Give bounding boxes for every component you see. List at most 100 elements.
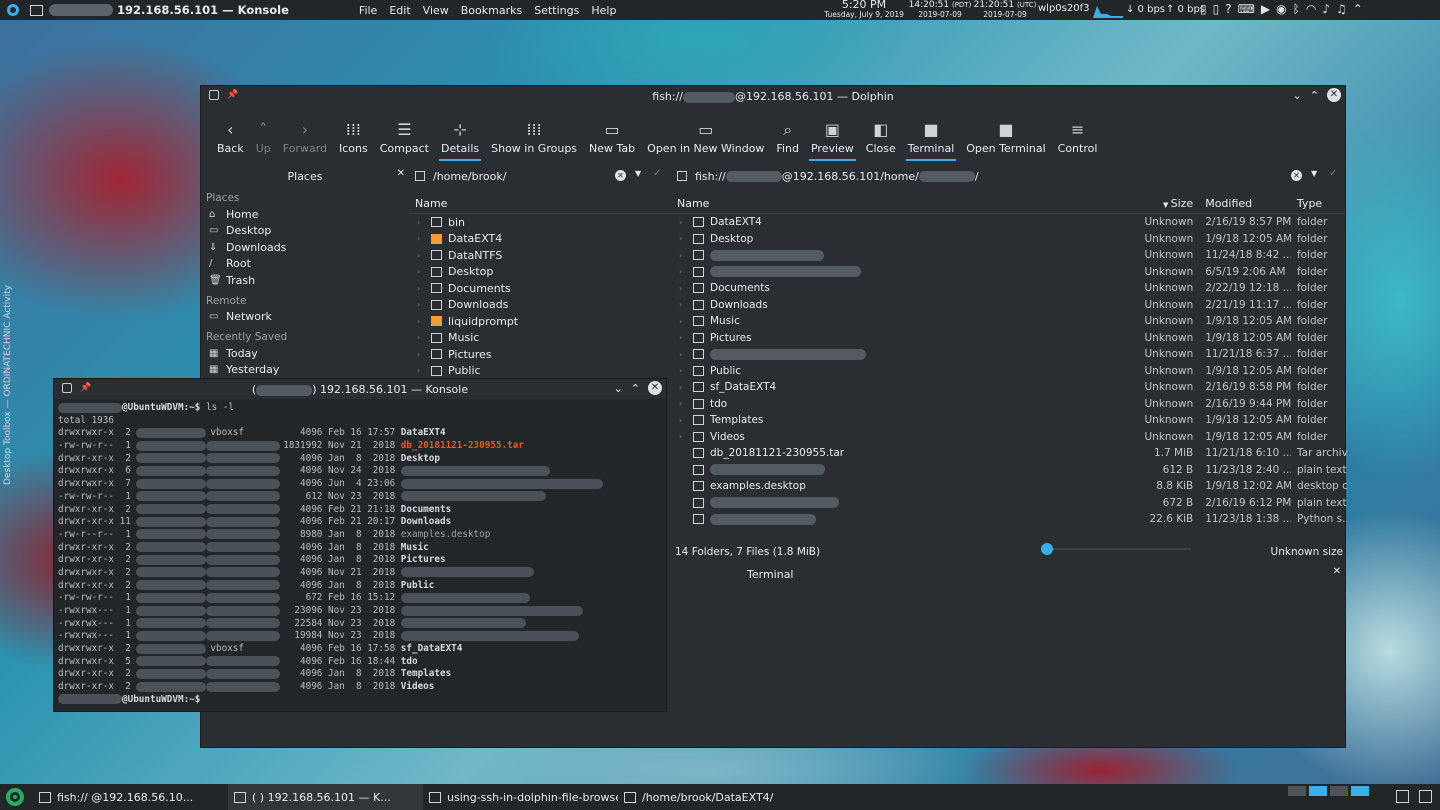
close-panel-icon[interactable]: ✕ [1333,566,1341,577]
expand-arrow-icon[interactable]: › [679,317,687,326]
table-row[interactable]: db_20181121-230955.tar 1.7 MiB 11/21/18 6:… [671,445,1347,462]
expand-arrow-icon[interactable]: › [417,350,425,359]
table-row[interactable]: › Public Unknown 1/9/18 12:05 AM folder [671,363,1347,380]
list-item[interactable]: › bin [409,214,671,231]
modified-column[interactable]: Modified [1199,197,1291,210]
desktop-1[interactable] [1288,786,1306,796]
left-name-column[interactable]: Name [409,194,671,214]
clock-pdt[interactable]: 14:20:51 (PDT) 2019-07-09 [904,0,976,20]
places-item-home[interactable]: ⌂ Home [201,206,409,223]
table-row[interactable]: › Downloads Unknown 2/21/19 11:17 ... folder [671,297,1347,314]
table-row[interactable]: › tdo Unknown 2/16/19 9:44 PM folder [671,396,1347,413]
expand-arrow-icon[interactable]: › [417,234,425,243]
expand-arrow-icon[interactable]: › [417,300,425,309]
app-launcher-icon[interactable] [6,3,20,17]
table-row[interactable]: › Unknown 11/21/18 6:37 ... folder [671,346,1347,363]
places-item-yesterday[interactable]: ▦ Yesterday [201,362,409,379]
clear-icon[interactable]: ✕ [1291,170,1302,181]
table-row[interactable]: › DataEXT4 Unknown 2/16/19 8:57 PM folder [671,214,1347,231]
clock-utc[interactable]: 21:20:51 (UTC) 2019-07-09 [972,0,1038,20]
digital-clock[interactable]: 5:20 PM Tuesday, July 9, 2019 [818,0,910,20]
expand-arrow-icon[interactable]: › [417,251,425,260]
list-item[interactable]: › Documents [409,280,671,297]
name-column[interactable]: Name [671,197,1122,210]
open-in-new-window-button[interactable]: ▭ Open in New Window [641,118,770,161]
volume-icon[interactable]: ♪ [1322,2,1330,16]
maximize-icon[interactable]: ⌃ [1310,89,1319,102]
menu-settings[interactable]: Settings [534,4,579,17]
expand-arrow-icon[interactable]: › [417,366,425,375]
control-button[interactable]: ≡ Control [1052,118,1104,161]
close-icon[interactable]: ✕ [648,381,662,395]
help-icon[interactable]: ? [1225,2,1231,16]
close-icon[interactable]: ✕ [1327,88,1341,102]
task-button[interactable]: fish:// @192.168.56.10... [33,784,228,810]
app-launcher-icon[interactable] [5,787,25,807]
terminal-button[interactable]: ■ Terminal [902,118,961,161]
bluetooth-icon[interactable]: ᛒ [1293,2,1300,16]
table-row[interactable]: › Music Unknown 1/9/18 12:05 AM folder [671,313,1347,330]
table-row[interactable]: examples.desktop 8.8 KiB 1/9/18 12:02 AM de… [671,478,1347,495]
minimize-icon[interactable]: ⌄ [614,382,623,395]
desktop-2[interactable] [1309,786,1327,796]
expand-arrow-icon[interactable]: › [417,267,425,276]
expand-arrow-icon[interactable]: › [679,218,687,227]
places-item-network[interactable]: ▭ Network [201,309,409,326]
places-item-trash[interactable]: 🗑 Trash [201,272,409,289]
right-location-bar[interactable]: fish://@192.168.56.101/home// ✕ ▼ ✓ [671,164,1347,188]
dolphin-titlebar[interactable]: 📌 fish://@192.168.56.101 — Dolphin ⌄ ⌃ ✕ [201,86,1345,106]
expand-arrow-icon[interactable]: › [679,416,687,425]
table-row[interactable]: › Desktop Unknown 1/9/18 12:05 AM folder [671,231,1347,248]
preview-button[interactable]: ▣ Preview [805,118,860,161]
desktop-4[interactable] [1351,786,1369,796]
maximize-icon[interactable]: ⌃ [631,382,640,395]
show-desktop-icon[interactable] [1396,790,1409,803]
minimize-icon[interactable]: ⌄ [1293,89,1302,102]
menu-bookmarks[interactable]: Bookmarks [461,4,522,17]
places-item-desktop[interactable]: ▭ Desktop [201,223,409,240]
list-item[interactable]: › Pictures [409,346,671,363]
desktop-3[interactable] [1330,786,1348,796]
notifications-icon[interactable]: ♫ [1336,2,1347,16]
type-column[interactable]: Type [1291,197,1347,210]
expand-arrow-icon[interactable]: › [679,251,687,260]
expand-arrow-icon[interactable]: › [417,333,425,342]
menu-view[interactable]: View [423,4,449,17]
meter-icon[interactable]: ▯ [1213,2,1220,16]
list-item[interactable]: › Public [409,363,671,380]
expand-arrow-icon[interactable]: › [679,399,687,408]
menu-edit[interactable]: Edit [389,4,410,17]
left-path[interactable]: /home/brook/ [433,170,506,183]
konsole-titlebar[interactable]: 📌 () 192.168.56.101 — Konsole ⌄ ⌃ ✕ [54,379,666,399]
virtual-desktop-pager[interactable] [1288,786,1369,796]
close-button[interactable]: ◧ Close [860,118,902,161]
keyboard-icon[interactable]: ⌨ [1238,2,1255,16]
expand-arrow-icon[interactable]: › [679,383,687,392]
list-item[interactable]: › DataNTFS [409,247,671,264]
menu-file[interactable]: File [359,4,377,17]
details-button[interactable]: ⊹ Details [435,118,485,161]
places-item-root[interactable]: / Root [201,256,409,273]
dropdown-icon[interactable]: ▼ [1311,169,1317,178]
expand-arrow-icon[interactable]: › [679,267,687,276]
left-location-bar[interactable]: /home/brook/ ✕ ▼ ✓ [409,164,671,188]
media-play-icon[interactable]: ▶ [1261,2,1270,16]
expand-arrow-icon[interactable]: › [679,234,687,243]
close-panel-icon[interactable]: ✕ [397,168,405,179]
table-row[interactable]: › Unknown 11/24/18 8:42 ... folder [671,247,1347,264]
zoom-slider[interactable] [1041,543,1191,555]
table-row[interactable]: 612 B 11/23/18 2:40 ... plain text... [671,462,1347,479]
expand-arrow-icon[interactable]: › [417,284,425,293]
menu-help[interactable]: Help [591,4,616,17]
table-row[interactable]: 22.6 KiB 11/23/18 1:38 ... Python s... [671,511,1347,528]
right-path[interactable]: fish://@192.168.56.101/home// [695,170,979,183]
table-row[interactable]: 672 B 2/16/19 6:12 PM plain text... [671,495,1347,512]
expand-arrow-icon[interactable]: › [679,333,687,342]
clear-icon[interactable]: ✕ [615,170,626,181]
show-in-groups-button[interactable]: ⁞⁞⁞ Show in Groups [485,118,583,161]
find-button[interactable]: ⌕ Find [770,118,805,161]
window-list-icon[interactable] [1419,790,1432,803]
icons-button[interactable]: ⁞⁞⁞ Icons [333,118,374,161]
list-item[interactable]: › Desktop [409,264,671,281]
expand-arrow-icon[interactable]: › [679,300,687,309]
